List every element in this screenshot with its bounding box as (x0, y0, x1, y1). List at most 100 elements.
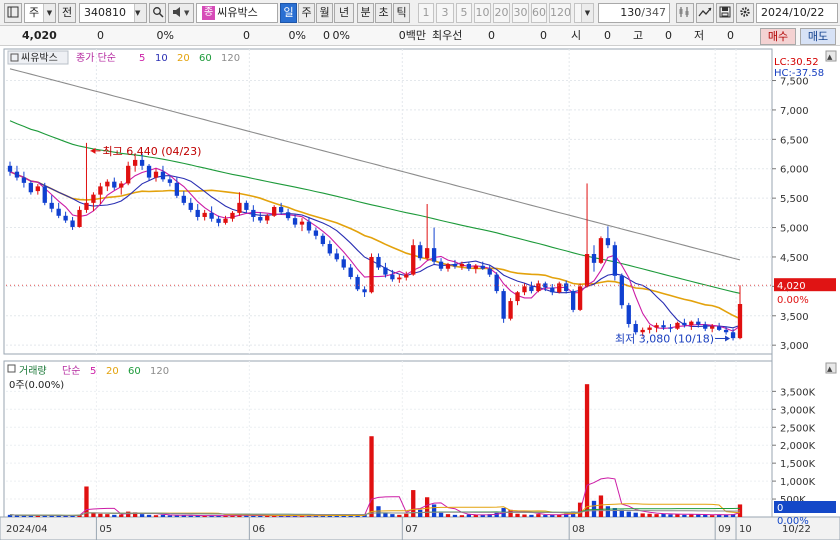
type-select[interactable]: 주 ▼ (24, 3, 56, 23)
save-icon[interactable] (716, 3, 734, 23)
chevron-down-icon: ▼ (134, 4, 146, 22)
low-value: 0 (727, 29, 734, 42)
candle-body (633, 324, 638, 333)
volume-bar (424, 497, 430, 517)
price-legend-ma120: 120 (221, 53, 240, 64)
candle-chart-icon[interactable] (676, 3, 694, 23)
current-volume-pct: 0.00% (777, 516, 809, 527)
amount-percent: 0% (332, 29, 350, 42)
layout-icon[interactable] (4, 3, 22, 23)
candle-body (473, 265, 478, 269)
date-field[interactable]: 2024/10/22 (756, 3, 838, 23)
search-icon[interactable] (149, 3, 166, 23)
candle-body (285, 212, 291, 219)
candle-body (188, 202, 193, 210)
buy-button[interactable]: 매수 (760, 28, 796, 45)
interval-tab[interactable]: 3 (436, 3, 454, 23)
speaker-icon[interactable]: ▼ (168, 3, 194, 23)
lc-label: LC:30.52 (774, 57, 819, 68)
candle-body (501, 291, 506, 319)
trend-chart-icon[interactable] (696, 3, 714, 23)
volume-bar (661, 513, 666, 517)
candle-body (508, 301, 513, 319)
interval-tab[interactable]: 5 (456, 3, 472, 23)
volume-bar (174, 515, 180, 517)
candle-body (418, 245, 423, 259)
stock-name-select[interactable]: 종 씨유박스 (196, 3, 278, 23)
candle-body (459, 264, 465, 267)
volume-tick-label: 2,500K (780, 423, 816, 434)
interval-spin-button[interactable]: ▼ (574, 3, 594, 23)
chevron-up-icon: ▲ (827, 53, 833, 61)
candle-body (202, 212, 207, 217)
volume-tick-label: 1,500K (780, 459, 816, 470)
prefix-button[interactable]: 전 (58, 3, 76, 23)
chart-canvas[interactable]: 7,5007,0006,5006,0005,5005,0004,5004,000… (0, 47, 840, 540)
sell-button[interactable]: 매도 (800, 28, 836, 45)
candle-body (272, 206, 277, 216)
stock-name-label: 씨유박스 (217, 6, 258, 19)
candle-body (327, 244, 332, 254)
date-value: 2024/10/22 (761, 6, 825, 19)
price-change: 0 (97, 29, 104, 42)
candle-body (126, 165, 131, 184)
price-tick-label: 5,000 (780, 224, 809, 235)
volume-tick-label: 2,000K (780, 441, 816, 452)
candle-body (70, 220, 75, 227)
chevron-down-icon: ▼ (581, 4, 593, 22)
current-price-tag-label: 4,020 (777, 281, 806, 292)
gear-icon[interactable] (736, 3, 754, 23)
interval-tab[interactable]: 10 (474, 3, 491, 23)
candle-body (223, 218, 228, 223)
volume-bar (543, 515, 548, 517)
price-legend-ma60: 60 (199, 53, 212, 64)
volume-bar (418, 509, 423, 517)
volume-bar (633, 512, 638, 517)
volume-legend-ma5: 5 (90, 366, 96, 377)
candle-body (529, 286, 534, 292)
period-tab[interactable]: 일 (280, 3, 297, 23)
period-tab[interactable]: 초 (375, 3, 392, 23)
volume-bar (647, 513, 652, 517)
volume-bar (153, 515, 159, 517)
candle-body (570, 291, 576, 310)
candle-body (675, 322, 680, 329)
volume-value: 0 (243, 29, 250, 42)
volume-bar (598, 495, 604, 517)
volume-bar (258, 515, 263, 517)
price-legend-label: 종가 단순 (76, 52, 116, 64)
period-tab[interactable]: 주 (298, 3, 315, 23)
candle-body (730, 332, 736, 339)
period-tab[interactable]: 분 (357, 3, 374, 23)
price-tick-label: 3,500 (780, 312, 809, 323)
priority-label: 최우선 (432, 29, 463, 42)
volume-bar (35, 515, 40, 517)
candle-body (313, 230, 319, 236)
candle-body (209, 212, 214, 219)
candle-body (230, 212, 235, 219)
candle-body (612, 245, 618, 276)
type-select-label: 주 (28, 6, 40, 19)
volume-bar (668, 514, 673, 517)
period-tab[interactable]: 년 (334, 3, 354, 23)
period-tab[interactable]: 월 (316, 3, 333, 23)
candle-body (237, 202, 242, 213)
count-field[interactable]: 130/347 (598, 3, 670, 23)
candle-body (251, 209, 256, 217)
candle-body (445, 264, 451, 269)
candle-body (167, 179, 173, 183)
interval-tab[interactable]: 30 (512, 3, 529, 23)
interval-tab[interactable]: 60 (531, 3, 547, 23)
price-tick-label: 4,500 (780, 253, 809, 264)
candle-body (320, 235, 326, 245)
stock-code-input[interactable]: 340810 ▼ (79, 3, 147, 23)
interval-tab[interactable]: 1 (418, 3, 434, 23)
price-tick-label: 5,500 (780, 194, 809, 205)
period-tab[interactable]: 틱 (393, 3, 410, 23)
candle-body (35, 186, 40, 192)
interval-tab[interactable]: 120 (549, 3, 571, 23)
interval-tab[interactable]: 20 (493, 3, 510, 23)
candle-body (376, 256, 381, 268)
candle-body (431, 248, 437, 262)
candle-body (77, 209, 82, 227)
